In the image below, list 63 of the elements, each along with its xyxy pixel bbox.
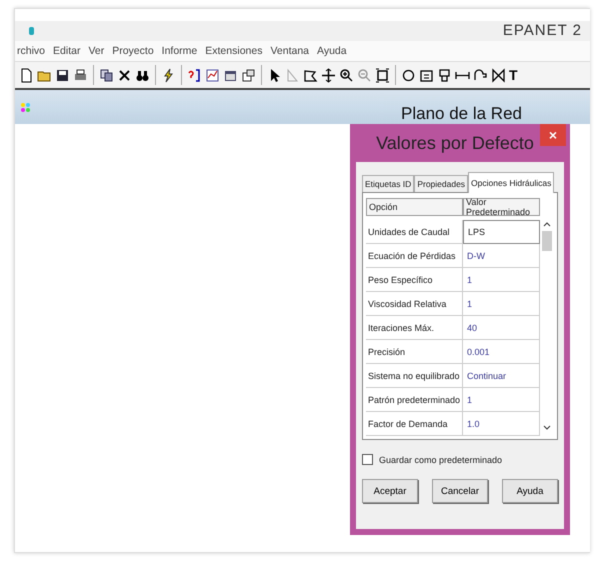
dots-icon	[21, 102, 30, 112]
text-tool-button[interactable]: T	[509, 68, 518, 82]
junction-icon[interactable]	[401, 68, 416, 82]
print-icon[interactable]	[73, 68, 88, 82]
scroll-down-icon[interactable]	[543, 425, 551, 430]
menu-item[interactable]: Extensiones	[205, 45, 262, 57]
menu-item[interactable]: Editar	[53, 45, 80, 57]
option-cell: Viscosidad Relativa	[366, 292, 463, 316]
value-cell[interactable]: 1	[463, 292, 540, 316]
tank-icon[interactable]	[437, 68, 452, 82]
tab[interactable]: Opciones Hidráulicas	[468, 172, 554, 193]
valve-icon[interactable]	[491, 68, 506, 82]
value-cell[interactable]: 1.0	[463, 412, 540, 436]
tab[interactable]: Propiedades	[414, 175, 468, 192]
menu-item[interactable]: rchivo	[17, 45, 46, 57]
pump-icon[interactable]	[473, 68, 488, 82]
checkbox-label[interactable]: Guardar como predeterminado	[379, 454, 502, 464]
options-icon[interactable]	[241, 68, 256, 82]
tab[interactable]: Etiquetas ID	[362, 175, 414, 192]
polygon-select-icon[interactable]	[303, 68, 318, 82]
new-file-icon[interactable]	[19, 68, 34, 82]
checkbox[interactable]	[362, 454, 373, 465]
value-cell[interactable]: Continuar	[463, 364, 540, 388]
delete-icon[interactable]	[117, 68, 132, 82]
value-cell[interactable]: 40	[463, 316, 540, 340]
option-cell: Iteraciones Máx.	[366, 316, 463, 340]
query-icon[interactable]	[187, 68, 202, 82]
option-cell: Sistema no equilibrado	[366, 364, 463, 388]
value-cell[interactable]: 1	[463, 388, 540, 412]
dialog-title: Valores por Defecto	[376, 132, 535, 154]
value-cell[interactable]: 1	[463, 268, 540, 292]
map-title: Plano de la Red	[401, 104, 522, 124]
menu-item[interactable]: Proyecto	[112, 45, 154, 57]
option-cell: Patrón predeterminado	[366, 388, 463, 412]
option-cell: Ecuación de Pérdidas	[366, 244, 463, 268]
app-logo-icon	[29, 27, 34, 35]
dialog-button[interactable]: Cancelar	[432, 479, 488, 503]
scroll-thumb[interactable]	[542, 231, 552, 251]
zoom-in-icon[interactable]	[339, 68, 354, 82]
window-title: EPANET 2	[502, 24, 582, 38]
move-icon[interactable]	[321, 68, 336, 82]
value-cell[interactable]: D-W	[463, 244, 540, 268]
full-extent-icon[interactable]	[375, 68, 390, 82]
option-cell: Precisión	[366, 340, 463, 364]
reservoir-icon[interactable]	[419, 68, 434, 82]
column-header: Opción	[366, 198, 463, 216]
lightning-icon[interactable]	[161, 68, 176, 82]
value-field[interactable]: LPS	[463, 220, 540, 244]
menu-item[interactable]: Informe	[162, 45, 198, 57]
menu-item[interactable]: Ayuda	[317, 45, 347, 57]
column-header: Valor Predeterminado	[463, 198, 540, 216]
option-cell: Peso Específico	[366, 268, 463, 292]
copy-icon[interactable]	[99, 68, 114, 82]
value-cell[interactable]: 0.001	[463, 340, 540, 364]
graph-icon[interactable]	[205, 68, 220, 82]
dialog-button[interactable]: Aceptar	[362, 479, 418, 503]
save-icon[interactable]	[55, 68, 70, 82]
menu-item[interactable]: Ver	[88, 45, 104, 57]
option-cell: Factor de Demanda	[366, 412, 463, 436]
dialog-button[interactable]: Ayuda	[502, 479, 558, 503]
menu-item[interactable]: Ventana	[270, 45, 310, 57]
close-button[interactable]: ×	[540, 124, 566, 146]
scroll-up-icon[interactable]	[543, 222, 551, 227]
